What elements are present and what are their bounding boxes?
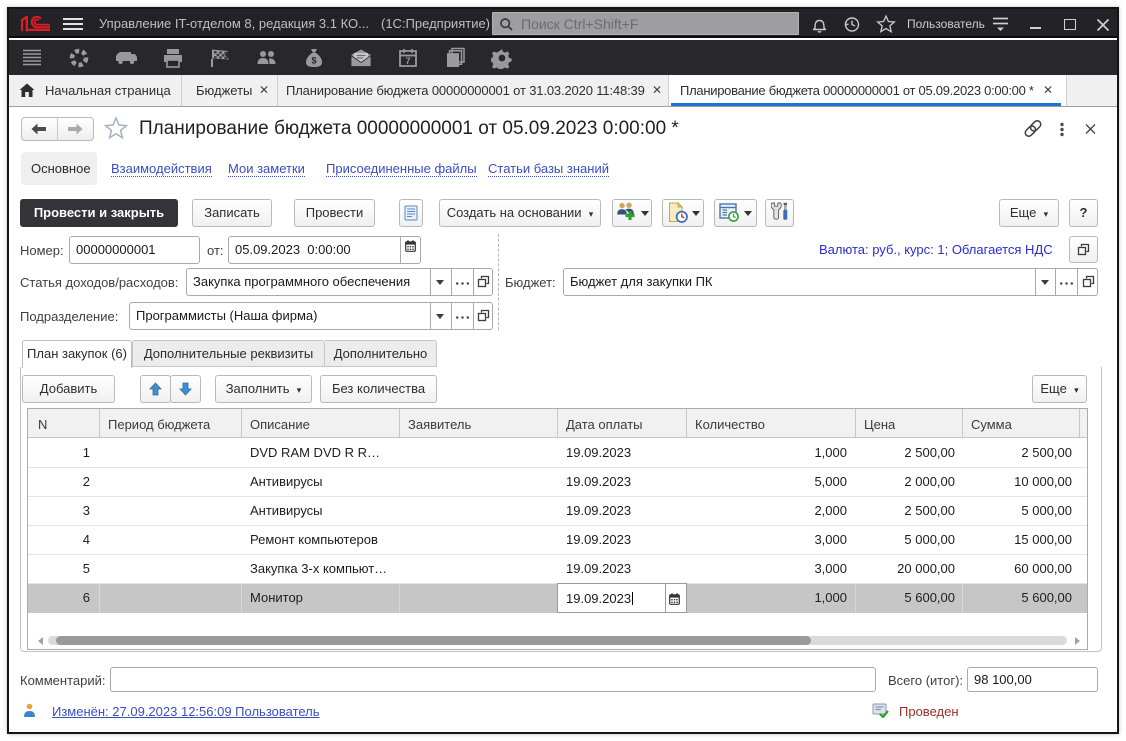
svg-text:$: $ (311, 56, 316, 66)
svg-text:7: 7 (405, 56, 410, 66)
